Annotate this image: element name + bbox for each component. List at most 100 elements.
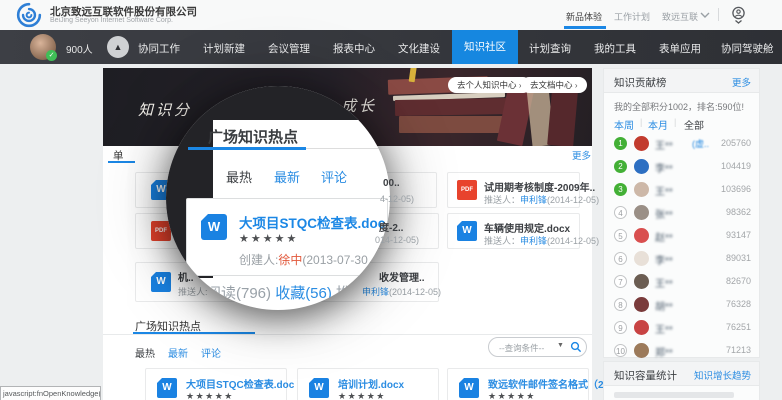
rank-tab-all[interactable]: 全部 xyxy=(684,117,704,132)
nav-item-reports[interactable]: 报表中心 xyxy=(333,41,375,56)
card-meta-label: 推送人: xyxy=(178,285,208,298)
nav-item-cockpit[interactable]: 协同驾驶舱 xyxy=(721,41,774,56)
chevron-down-icon[interactable] xyxy=(700,12,710,19)
growth-trend-link[interactable]: 知识增长趋势 xyxy=(694,368,751,382)
rank-name[interactable]: 胡** xyxy=(655,298,673,313)
card-meta-fragment: 4-12-05) xyxy=(380,194,414,204)
magnified-doc-title[interactable]: 大项目STQC检查表.doc xyxy=(239,212,385,232)
rank-name[interactable]: 王** xyxy=(655,321,673,336)
plaza-more-link[interactable]: 更多 xyxy=(572,148,591,162)
rating-stars: ★★★★★ xyxy=(186,391,234,400)
hot-tab-newest[interactable]: 最新 xyxy=(168,345,188,360)
magnified-tab-newest[interactable]: 最新 xyxy=(274,167,300,186)
rank-row[interactable]: 2 李** 104419 xyxy=(604,156,759,178)
avatar xyxy=(634,274,649,289)
rank-score: 71213 xyxy=(726,345,751,355)
rank-row[interactable]: 5 赵** 93147 xyxy=(604,225,759,247)
rating-stars: ★★★★★ xyxy=(338,391,386,400)
hot-doc-card[interactable]: W 培训计划.docx ★★★★★ xyxy=(297,368,439,400)
hot-doc-card[interactable]: W 致远软件邮件签名格式（20... ★★★★★ xyxy=(447,368,589,400)
nav-item-knowledge-active[interactable]: 知识社区 xyxy=(452,30,518,64)
rank-row[interactable]: 4 张** 98362 xyxy=(604,202,759,224)
nav-item-forms[interactable]: 表单应用 xyxy=(659,41,701,56)
toplink-new-experience[interactable]: 新品体验 xyxy=(566,10,602,23)
card-title-fragment[interactable]: 度-2.. xyxy=(379,219,403,234)
fav-count[interactable]: 收藏(56) xyxy=(275,285,332,302)
clipped-stats-row xyxy=(614,392,734,398)
nav-item-plan-query[interactable]: 计划查询 xyxy=(529,41,571,56)
card-title[interactable]: 车辆使用规定.docx xyxy=(484,220,570,235)
book-shape xyxy=(395,98,513,116)
hot-tab-comments[interactable]: 评论 xyxy=(201,345,221,360)
rank-name[interactable]: 王** xyxy=(655,275,673,290)
search-icon[interactable] xyxy=(570,341,582,353)
card-title-fragment[interactable]: 00.. xyxy=(383,178,400,189)
magnified-divider xyxy=(306,148,390,149)
active-link-underline xyxy=(564,26,606,29)
rank-badge: 9 xyxy=(614,321,627,334)
knowledge-card[interactable]: PDF 试用期考核制度-2009年.. 推送人：申利锋(2014-12-05) xyxy=(447,172,580,208)
nav-item-culture[interactable]: 文化建设 xyxy=(398,41,440,56)
rank-row[interactable]: 3 王** 103696 xyxy=(604,179,759,201)
nav-item-my-tools[interactable]: 我的工具 xyxy=(594,41,636,56)
hot-doc-card[interactable]: W 大项目STQC检查表.doc ★★★★★ xyxy=(145,368,287,400)
rank-score: 103696 xyxy=(721,184,751,194)
profile-pin-icon[interactable] xyxy=(730,6,747,24)
rank-row[interactable]: 8 胡** 76328 xyxy=(604,294,759,316)
member-count[interactable]: 900人 xyxy=(66,41,93,56)
doc-title[interactable]: 培训计划.docx xyxy=(338,376,404,391)
personal-knowledge-button[interactable]: 去个人知识中心 › xyxy=(448,77,531,93)
a8-circle-icon[interactable]: ▲ xyxy=(107,36,129,58)
rank-name[interactable]: 张** xyxy=(655,206,673,221)
rank-row[interactable]: 6 李** 89031 xyxy=(604,248,759,270)
contribution-panel: 知识贡献榜 更多 我的全部积分1002，排名:590位! 本周 | 本月 | 全… xyxy=(603,68,760,358)
toplink-seeyon[interactable]: 致远互联 xyxy=(662,10,698,23)
rank-name[interactable]: 郑** xyxy=(655,344,673,359)
rank-row[interactable]: 1 王** (虚.. 205760 xyxy=(604,133,759,155)
rank-badge: 5 xyxy=(614,229,627,242)
nav-item-collaboration[interactable]: 协同工作 xyxy=(138,41,180,56)
rank-badge: 4 xyxy=(614,206,627,219)
doc-title[interactable]: 致远软件邮件签名格式（20... xyxy=(488,376,617,391)
rank-name[interactable]: 赵** xyxy=(655,229,673,244)
plaza-tab-underline xyxy=(108,161,135,163)
rank-score: 205760 xyxy=(721,138,751,148)
magnified-tab-comments[interactable]: 评论 xyxy=(321,167,347,186)
rank-name[interactable]: 王** xyxy=(655,137,673,152)
doc-center-button[interactable]: 去文档中心 › xyxy=(521,77,587,93)
rank-badge: 3 xyxy=(614,183,627,196)
nav-item-meetings[interactable]: 会议管理 xyxy=(268,41,310,56)
rank-name[interactable]: 李** xyxy=(655,160,673,175)
avatar xyxy=(634,343,649,358)
doc-title[interactable]: 大项目STQC检查表.doc xyxy=(186,376,294,391)
magnified-banner-area xyxy=(166,86,390,120)
browser-status-tooltip: javascript:fnOpenKnowledge('17158') xyxy=(0,386,101,400)
capacity-title: 知识容量统计 xyxy=(614,368,677,383)
pusher-name[interactable]: 申利锋 xyxy=(520,236,547,246)
rank-name[interactable]: 王** xyxy=(655,183,673,198)
rank-name[interactable]: 李** xyxy=(655,252,673,267)
rank-badge: 2 xyxy=(614,160,627,173)
query-filter-select[interactable]: --查询条件-- ▼ xyxy=(488,337,587,357)
magnified-tab-hottest[interactable]: 最热 xyxy=(226,167,252,186)
contribution-more-link[interactable]: 更多 xyxy=(732,75,751,89)
hot-tab-hottest[interactable]: 最热 xyxy=(135,345,155,360)
pusher-name[interactable]: 申利锋 xyxy=(362,287,389,297)
creator-name[interactable]: 徐中 xyxy=(278,253,302,267)
hot-section-border xyxy=(103,334,592,335)
knowledge-card[interactable]: W 车辆使用规定.docx 推送人：申利锋(2014-12-05) xyxy=(447,213,580,249)
rank-badge: 6 xyxy=(614,252,627,265)
rank-row[interactable]: 9 王** 76251 xyxy=(604,317,759,339)
toplink-work-plan[interactable]: 工作计划 xyxy=(614,10,650,23)
magnified-doc-card[interactable]: W 大项目STQC检查表.doc ★★★★★ 创建人:徐中(2013-07-30 xyxy=(186,198,388,276)
query-placeholder: --查询条件-- xyxy=(499,342,544,354)
rank-score: 82670 xyxy=(726,276,751,286)
rank-tab-week[interactable]: 本周 xyxy=(614,117,634,132)
chevron-down-icon[interactable]: ▼ xyxy=(557,342,564,349)
rank-row[interactable]: 7 王** 82670 xyxy=(604,271,759,293)
nav-item-plan-new[interactable]: 计划新建 xyxy=(203,41,245,56)
rank-tab-month[interactable]: 本月 xyxy=(648,117,668,132)
card-title[interactable]: 试用期考核制度-2009年.. xyxy=(484,179,595,194)
rank-row[interactable]: 10 郑** 71213 xyxy=(604,340,759,362)
pusher-name[interactable]: 申利锋 xyxy=(520,195,547,205)
